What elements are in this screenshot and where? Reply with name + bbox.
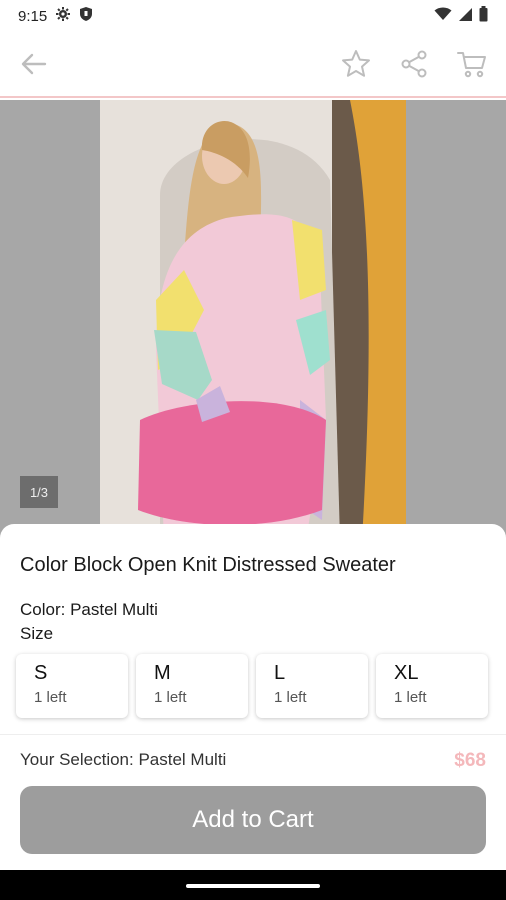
price: $68 (454, 750, 486, 771)
divider (0, 734, 506, 735)
image-counter: 1/3 (20, 476, 58, 508)
size-stock: 1 left (274, 689, 307, 706)
size-stock: 1 left (154, 689, 187, 706)
status-time: 9:15 (18, 7, 48, 25)
status-bar: 9:15 (0, 0, 506, 32)
star-icon[interactable] (338, 46, 374, 82)
size-label: XL (394, 662, 419, 684)
signal-icon (458, 7, 473, 26)
product-image-carousel[interactable]: 1/3 (0, 100, 506, 540)
size-label: S (34, 662, 48, 684)
size-option-m[interactable]: M 1 left (136, 654, 248, 718)
size-stock: 1 left (394, 689, 427, 706)
product-details-sheet: Color Block Open Knit Distressed Sweater… (0, 524, 506, 870)
size-stock: 1 left (34, 689, 67, 706)
settings-icon (55, 6, 71, 26)
home-handle[interactable] (186, 884, 320, 888)
cart-icon[interactable] (454, 46, 490, 82)
system-nav-bar (0, 870, 506, 900)
battery-icon (479, 6, 488, 26)
add-to-cart-button[interactable]: Add to Cart (20, 786, 486, 854)
product-photo (100, 100, 406, 540)
arrow-left-icon[interactable] (16, 46, 52, 82)
size-option-s[interactable]: S 1 left (16, 654, 128, 718)
status-right (434, 6, 488, 26)
shield-icon (79, 6, 93, 26)
size-option-xl[interactable]: XL 1 left (376, 654, 488, 718)
status-left: 9:15 (18, 6, 93, 26)
size-options: S 1 left M 1 left L 1 left XL 1 left (16, 654, 488, 718)
size-option-l[interactable]: L 1 left (256, 654, 368, 718)
app-bar (0, 32, 506, 98)
product-title: Color Block Open Knit Distressed Sweater (20, 554, 396, 576)
size-label: M (154, 662, 171, 684)
share-icon[interactable] (396, 46, 432, 82)
color-label: Color: Pastel Multi (20, 600, 158, 619)
wifi-icon (434, 7, 452, 25)
app-bar-actions (338, 46, 490, 82)
selection-summary: Your Selection: Pastel Multi (20, 750, 227, 769)
size-heading: Size (20, 624, 54, 643)
size-label: L (274, 662, 286, 684)
